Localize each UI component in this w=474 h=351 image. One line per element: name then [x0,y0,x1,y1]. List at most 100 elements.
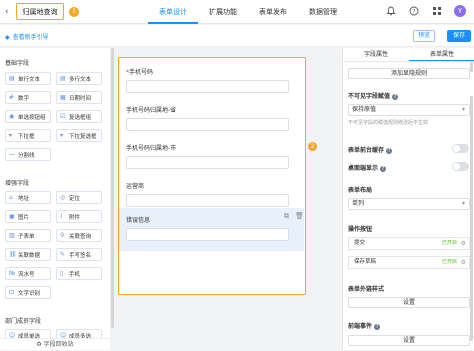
left-scrollbar[interactable] [111,48,114,328]
radio-icon: ◉ [9,112,15,120]
step-badge-2: 2 [308,142,317,151]
preview-button[interactable]: 预览 [413,30,435,42]
guide-link[interactable]: ◆ 查看新手引导 [5,32,49,41]
link-style-settings-button[interactable]: 设置 [348,297,470,308]
dropdown-icon: ▾ [9,131,13,139]
op-row-draft[interactable]: 保存草稿 已开启 ⚙ [348,256,470,269]
tab-form-design[interactable]: 表单设计 [148,0,198,24]
advanced-fields-title: 增强字段 [5,180,30,187]
field-single-line-text[interactable]: ▤ 单行文本 [5,72,51,85]
field-subform[interactable]: ▥ 子表单 [5,229,51,242]
image-icon: ▣ [9,212,15,220]
gear-icon[interactable]: ⚙ [461,238,466,249]
pen-icon: ✎ [60,250,66,258]
field-divider[interactable]: ― 分割线 [5,148,51,161]
layout-title: 表单布局 [348,187,373,194]
delete-icon[interactable]: 🗑 [295,212,304,221]
field-radio-group[interactable]: ◉ 单选按钮组 [5,110,51,123]
query-icon: ⚲ [60,231,65,239]
text-icon: ▤ [9,74,15,82]
right-scroll-top[interactable] [470,62,473,72]
member-fields-title: 部门成员字段 [5,318,42,325]
tab-publish[interactable]: 表单发布 [248,0,298,24]
checkbox-icon: ☑ [60,112,66,120]
field-related-data[interactable]: ⛓ 关联数据 [5,248,51,261]
paperclip-icon: ⌇ [60,212,63,220]
basic-fields-title: 基础字段 [5,60,30,67]
field-label-province: 手机号码归属地-省 [126,107,177,114]
chevron-down-icon: ▾ [461,106,465,113]
invisible-assign-title: 不可见字段赋值? [348,93,399,100]
number-icon: # [9,93,15,101]
field-signature[interactable]: ✎ 手写签名 [56,248,102,261]
phone-input[interactable] [126,80,289,93]
address-icon: ⌂ [9,193,13,201]
desktop-display-toggle[interactable] [452,162,469,171]
city-input[interactable] [126,156,289,169]
help-icon[interactable]: ? [374,324,381,330]
avatar[interactable]: Y [454,5,466,17]
step-badge-1: 1 [69,7,79,17]
divider-icon: ― [9,150,15,158]
field-label-phone: *手机号码 [126,69,154,76]
calendar-icon: ▦ [60,93,66,101]
tab-data-management[interactable]: 数据管理 [298,0,348,24]
carrier-input[interactable] [126,194,289,207]
field-dropdown-multi[interactable]: ▾ 下拉复选框 [56,129,102,142]
sub-toolbar: ◆ 查看新手引导 预览 保存 [0,25,474,47]
tab-form-props[interactable]: 表单属性 [409,48,474,61]
error-input[interactable] [126,228,289,241]
field-dropdown[interactable]: ▾ 下拉框 [5,129,51,142]
field-palette: 基础字段 ▤ 单行文本 ▤ 多行文本 # 数字 ▦ 日期时间 ◉ 单选按钮组 ☑ 复选框组 … [0,48,110,350]
field-attachment[interactable]: ⌇ 附件 [56,210,102,223]
field-location[interactable]: ◎ 定位 [56,191,102,204]
grid-apps-icon[interactable] [431,5,443,17]
cache-title: 表单前台缓存? [348,147,393,154]
field-recycle-bin[interactable]: ♻ 字段回收站 [0,338,110,350]
guide-label: 查看新手引导 [12,34,49,41]
recycle-icon: ♻ [36,341,44,348]
tab-field-props[interactable]: 字段属性 [343,48,409,61]
chevron-left-icon[interactable]: ‹ [5,7,9,17]
top-bar: ‹ 归属地查询 1 表单设计 扩展功能 表单发布 数据管理 ? Y [0,0,474,24]
field-image[interactable]: ▣ 图片 [5,210,51,223]
field-label-carrier: 运营商 [126,183,145,190]
province-input[interactable] [126,118,289,131]
field-ocr[interactable]: ⊡ 文字识别 [5,286,51,299]
help-icon[interactable]: ? [386,148,393,154]
field-checkbox-group[interactable]: ☑ 复选框组 [56,110,102,123]
field-label-city: 手机号码归属地-市 [126,145,177,152]
save-button[interactable]: 保存 [447,30,471,42]
field-serial-number[interactable]: № 流水号 [5,267,51,280]
operation-buttons-title: 操作按钮 [348,226,373,233]
top-icons: ? Y [385,5,466,17]
op-row-submit[interactable]: 提交 已开启 ⚙ [348,237,470,250]
tab-extensions[interactable]: 扩展功能 [198,0,248,24]
field-number[interactable]: # 数字 [5,91,51,104]
help-icon[interactable]: ? [408,5,420,17]
invisible-assign-select[interactable]: 保持原值 ▾ [348,104,470,116]
chevron-down-icon: ▾ [461,200,465,207]
gear-icon[interactable]: ⚙ [461,257,466,268]
status-badge: 已开启 [441,240,457,246]
cache-toggle[interactable] [452,144,469,153]
field-datetime[interactable]: ▦ 日期时间 [56,91,102,104]
dropdown-multi-icon: ▾ [60,131,64,139]
help-icon[interactable]: ? [392,94,399,100]
help-icon[interactable]: ? [380,166,387,172]
field-multi-line-text[interactable]: ▤ 多行文本 [56,72,102,85]
form-canvas: *手机号码 手机号码归属地-省 手机号码归属地-市 运营商 错误信息 ⧉ 🗑 2 [116,48,340,350]
field-phone[interactable]: ▯ 手机 [56,267,102,280]
form-title[interactable]: 归属地查询 [16,3,64,20]
right-scrollbar[interactable] [470,96,473,341]
form-body: *手机号码 手机号码归属地-省 手机号码归属地-市 运营商 错误信息 ⧉ 🗑 [118,57,306,295]
bell-icon[interactable] [385,5,397,17]
phone-icon: ▯ [60,269,64,277]
front-event-settings-button[interactable]: 设置 [348,335,470,346]
link-icon: ⛓ [9,250,17,258]
field-related-query[interactable]: ⚲ 关联查询 [56,229,102,242]
add-visibility-rule-button[interactable]: 添加显隐规则 [348,68,470,79]
field-address[interactable]: ⌂ 地址 [5,191,51,204]
copy-icon[interactable]: ⧉ [282,212,291,221]
layout-select[interactable]: 单列 ▾ [348,198,470,210]
